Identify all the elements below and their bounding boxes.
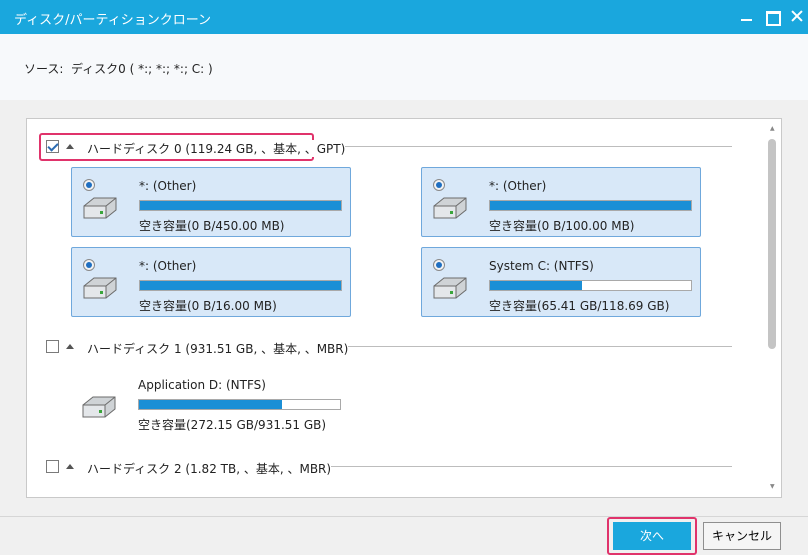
hard-drive-icon: [433, 277, 467, 299]
cancel-button[interactable]: キャンセル: [703, 522, 781, 550]
title-bar: ディスク/パーティションクローン: [0, 0, 808, 34]
hard-drive-icon: [83, 277, 117, 299]
partition-card[interactable]: *: (Other) 空き容量(0 B/16.00 MB): [71, 247, 351, 317]
partition-free-space: 空き容量(0 B/16.00 MB): [139, 299, 277, 313]
partition-radio[interactable]: [83, 259, 95, 271]
usage-bar: [489, 200, 692, 211]
partition-radio[interactable]: [83, 179, 95, 191]
usage-bar: [139, 200, 342, 211]
disk-1-label: ハードディスク 1 (931.51 GB, 、基本, 、MBR): [87, 340, 349, 357]
partition-free-space: 空き容量(0 B/450.00 MB): [139, 219, 285, 233]
usage-bar: [489, 280, 692, 291]
partition-radio[interactable]: [433, 179, 445, 191]
partition-radio[interactable]: [433, 259, 445, 271]
disk-2-collapse-icon[interactable]: [66, 464, 74, 469]
disk-2-checkbox[interactable]: [46, 460, 59, 473]
partition-card[interactable]: System C: (NTFS) 空き容量(65.41 GB/118.69 GB…: [421, 247, 701, 317]
partition-free-space: 空き容量(0 B/100.00 MB): [489, 219, 635, 233]
partition-name: *: (Other): [139, 179, 197, 193]
partition-name: *: (Other): [489, 179, 547, 193]
window-title: ディスク/パーティションクローン: [14, 13, 212, 28]
partition-name: *: (Other): [139, 259, 197, 273]
disk-0-label: ハードディスク 0 (119.24 GB, 、基本, 、GPT): [87, 140, 346, 157]
usage-bar: [139, 280, 342, 291]
disk-2-divider: [292, 466, 732, 467]
next-button[interactable]: 次へ: [613, 522, 691, 550]
scroll-up-arrow-icon[interactable]: ▲: [770, 126, 776, 132]
partition-card[interactable]: *: (Other) 空き容量(0 B/100.00 MB): [421, 167, 701, 237]
source-value: ディスク0 ( *:; *:; *:; C: ): [71, 62, 213, 76]
disk-0-collapse-icon[interactable]: [66, 144, 74, 149]
scroll-down-arrow-icon[interactable]: ▼: [770, 484, 776, 490]
disk-0-checkbox[interactable]: [46, 140, 59, 153]
partition-free-space: 空き容量(272.15 GB/931.51 GB): [138, 418, 327, 432]
hard-drive-icon: [83, 197, 117, 219]
hard-drive-icon: [433, 197, 467, 219]
partition-name: Application D: (NTFS): [138, 378, 266, 392]
disk-2-label: ハードディスク 2 (1.82 TB, 、基本, 、MBR): [87, 460, 332, 477]
disk-1-collapse-icon[interactable]: [66, 344, 74, 349]
maximize-icon[interactable]: [764, 8, 781, 26]
usage-bar: [138, 399, 341, 410]
scrollbar-thumb[interactable]: [768, 139, 776, 349]
minimize-icon[interactable]: [739, 8, 755, 24]
partition-free-space: 空き容量(65.41 GB/118.69 GB): [489, 299, 670, 313]
disk-1-checkbox[interactable]: [46, 340, 59, 353]
partition-card[interactable]: *: (Other) 空き容量(0 B/450.00 MB): [71, 167, 351, 237]
source-info: ソース: ディスク0 ( *:; *:; *:; C: ): [0, 34, 808, 100]
disk-0-divider: [300, 146, 732, 147]
disk-1-divider: [304, 346, 732, 347]
close-icon[interactable]: [789, 8, 805, 24]
partition-card[interactable]: Application D: (NTFS) 空き容量(272.15 GB/931…: [71, 367, 351, 437]
source-label: ソース:: [24, 62, 64, 76]
hard-drive-icon: [82, 396, 116, 418]
partition-name: System C: (NTFS): [489, 259, 594, 273]
